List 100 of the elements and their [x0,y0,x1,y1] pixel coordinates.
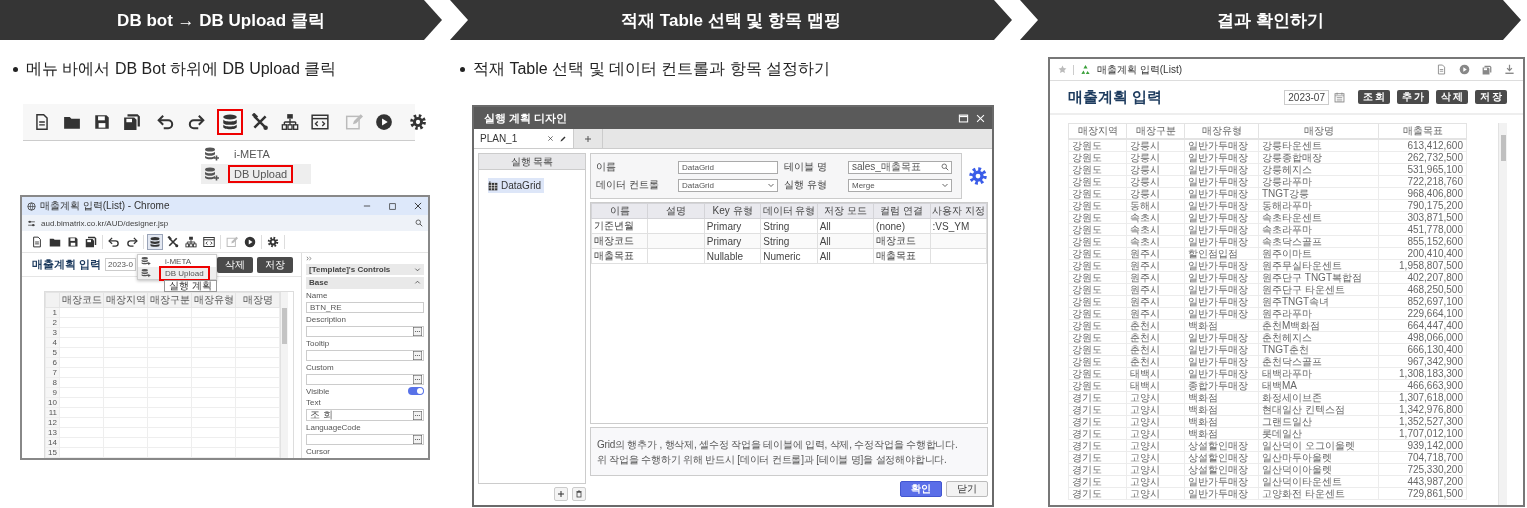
text-field[interactable] [306,325,424,337]
dropdown-field[interactable]: Merge [848,178,952,192]
calendar-icon[interactable] [1334,91,1345,103]
table-cell: 경기도 [1072,476,1102,487]
row-number: 1 [45,307,60,318]
row-number: 3 [45,327,60,338]
row-number: 4 [45,337,60,348]
add-button[interactable] [554,487,568,501]
database-icon[interactable] [217,109,243,135]
table-cell: 고양시 [1130,404,1160,415]
text-field[interactable] [306,349,424,361]
table-cell: 속초닥스골프 [1262,236,1322,247]
row-number: 9 [45,387,60,398]
close-icon[interactable] [413,201,423,211]
group-header[interactable]: Base [306,277,424,289]
column-header: 매출목표 [1378,123,1467,139]
table-cell: 강원도 [1072,200,1102,211]
maximize-icon[interactable] [958,112,969,124]
menu-item[interactable]: i-META [201,144,311,164]
search-field[interactable]: sales_매출목표 [848,160,952,174]
bullet-dot [13,66,18,72]
menu-item[interactable]: DB Upload [201,164,311,184]
action-button[interactable]: 삭제 [217,256,253,273]
column-header: 매장유형 [191,292,236,308]
table-cell: 일반가두매장 [1188,332,1248,343]
plan-tab[interactable]: PLAN_1 [474,129,575,148]
table-cell: 원주시 [1130,308,1160,319]
table-cell: All [819,235,831,247]
field-label: 이름 [596,160,617,174]
more-icon [413,326,422,336]
field-label: Text [306,398,322,407]
field-label: LanguageCode [306,423,362,432]
table-cell: 일산덕이아울렛 [1262,464,1332,475]
plus-icon [584,134,593,143]
action-button[interactable]: 추 가 [1397,90,1429,104]
action-button[interactable]: 저장 [257,256,293,273]
table-cell: 강원도 [1072,260,1102,271]
field-label: Visible [306,386,330,396]
table-cell: 강원도 [1072,320,1102,331]
tools-icon[interactable] [165,233,181,250]
search-icon[interactable] [415,219,423,227]
text-field[interactable]: DataGrid [678,160,778,174]
dropdown-field[interactable]: DataGrid [678,178,778,192]
table-cell: 원주단구 TNGT복합점 [1262,272,1362,283]
table-cell: 매출목표 [594,250,634,261]
table-cell: 원주무실타운센트 [1262,260,1342,271]
star-icon[interactable] [1058,65,1067,74]
field-label: 실행 유형 [784,178,828,192]
confirm-button[interactable]: 확인 [900,481,942,497]
step-title: DB bot → DB Upload 클릭 [117,9,325,32]
section-header[interactable]: [Template]'s Controls [306,264,424,276]
database-add-icon [204,146,220,162]
table-cell: TNGT춘천 [1262,344,1310,355]
list-item[interactable]: DataGrid [488,178,544,193]
action-button[interactable]: 저 장 [1475,90,1507,104]
action-button[interactable]: 조 회 [1358,90,1390,104]
download-icon[interactable] [1504,64,1515,75]
table-cell: 원주시 [1130,272,1160,283]
table-cell: 속초시 [1130,236,1160,247]
maximize-icon[interactable] [388,201,397,211]
table-cell: 동해시 [1130,200,1160,211]
table-cell: 강릉시 [1130,188,1160,199]
table-cell: 기준년월 [594,220,634,231]
database-icon[interactable] [147,233,163,250]
close-icon[interactable] [975,112,986,124]
table-cell: 강원도 [1072,248,1102,259]
table-cell: 강원도 [1072,332,1102,343]
menu-item[interactable]: DB Upload [138,267,216,279]
text-field[interactable] [306,373,424,385]
table-cell: 상설할인매장 [1188,464,1248,475]
field-label: Custom [306,362,335,372]
table-cell: 매장코드 [594,235,634,246]
menu-item[interactable]: i-META [138,255,216,267]
table-cell: 원주시 [1130,260,1160,271]
table-cell: 790,175,200 [1407,200,1463,211]
site-settings-icon[interactable] [27,218,36,228]
toggle-switch[interactable] [408,387,424,396]
table-cell: 고양시 [1130,476,1160,487]
table-cell: String [763,235,790,247]
database-add-icon [141,268,151,278]
date-field[interactable]: 2023-07 [1284,89,1329,105]
bullet-dot [460,66,465,72]
table-cell: 일반가두매장 [1188,164,1248,175]
text-field[interactable]: 조 회 [306,409,424,421]
text-field[interactable] [306,434,424,445]
action-button[interactable]: 삭 제 [1436,90,1468,104]
delete-button[interactable] [572,487,586,501]
scrollbar[interactable] [280,292,288,458]
date-field[interactable]: 2023-0 [105,258,136,271]
scrollbar[interactable] [1498,123,1507,505]
settings-icon[interactable] [968,166,988,186]
close-button[interactable]: 닫기 [946,481,988,497]
table-cell: 1,958,807,500 [1399,260,1463,271]
table-cell: 경기도 [1072,416,1102,427]
more-icon [413,350,422,360]
table-cell: 강원도 [1072,308,1102,319]
table-cell: 451,778,000 [1407,224,1463,235]
table-cell: 강원도 [1072,344,1102,355]
expand-icon[interactable] [306,255,313,262]
text-field[interactable]: BTN_RE [306,301,424,313]
